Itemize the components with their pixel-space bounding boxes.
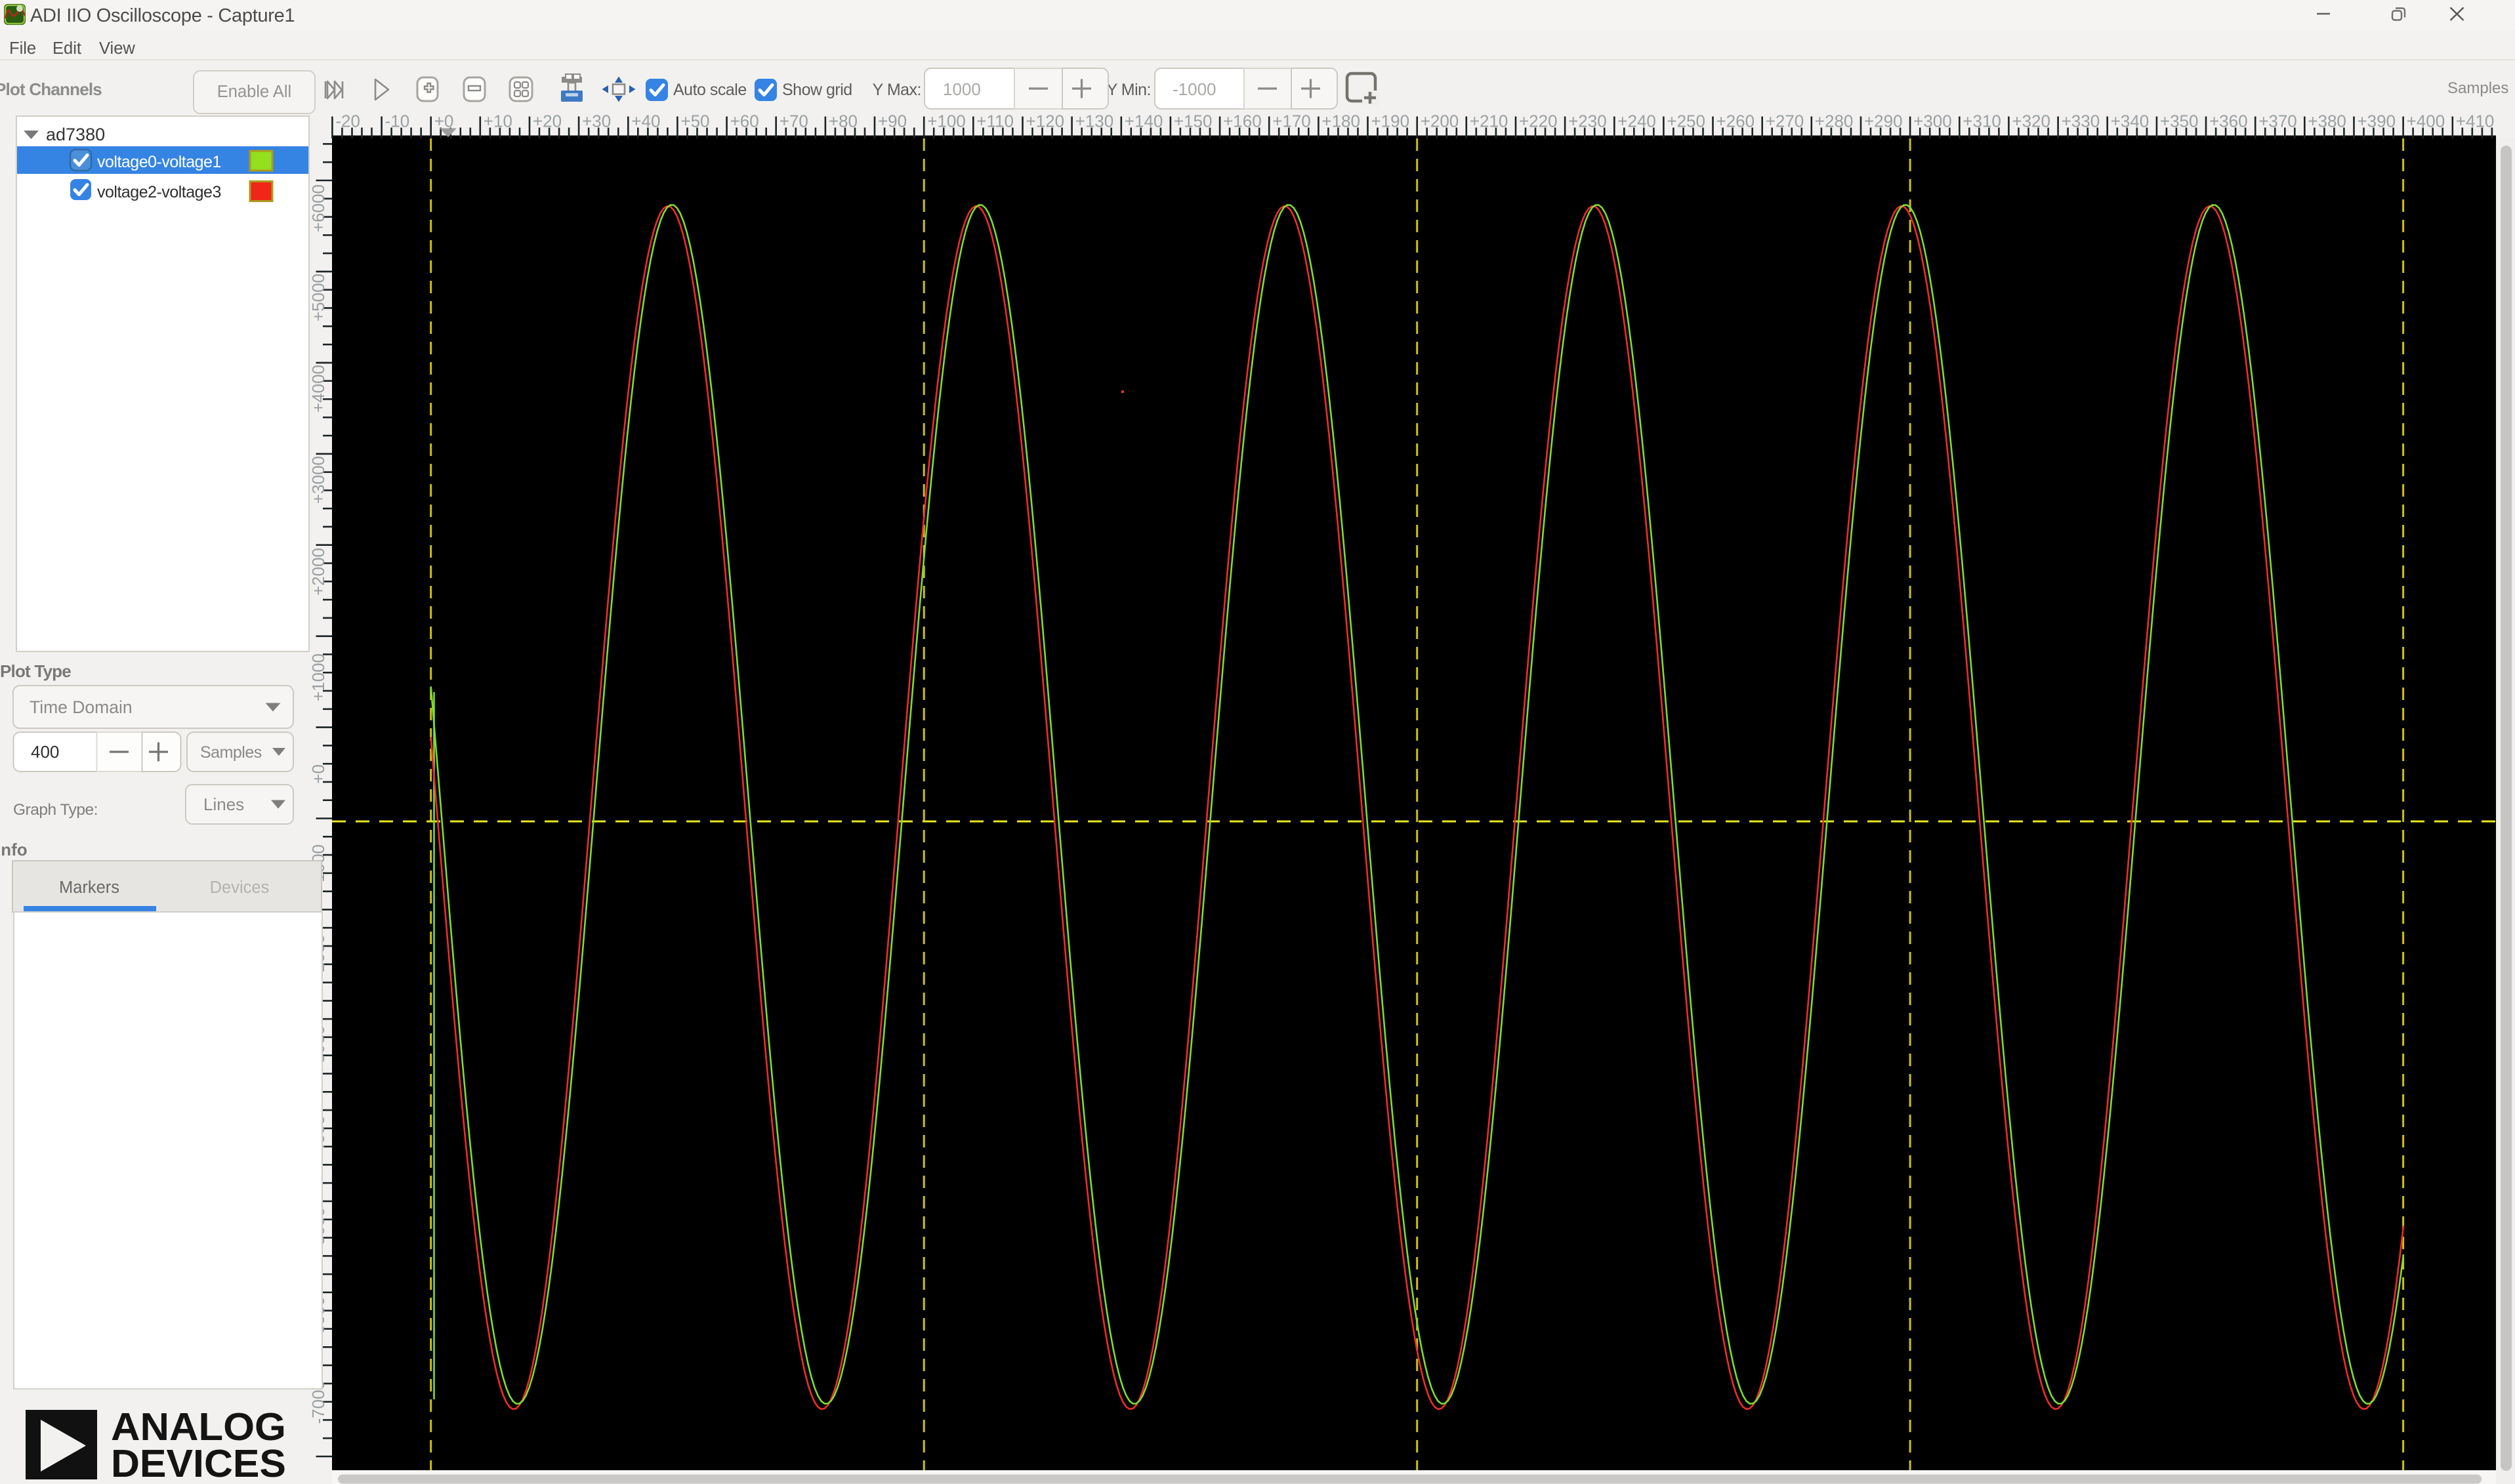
svg-text:Y Max:: Y Max: bbox=[873, 81, 921, 99]
svg-text:+280: +280 bbox=[1815, 112, 1854, 131]
svg-text:+260: +260 bbox=[1716, 112, 1755, 131]
svg-text:+320: +320 bbox=[2012, 112, 2050, 131]
svg-text:Lines: Lines bbox=[203, 794, 244, 814]
svg-text:DEVICES: DEVICES bbox=[111, 1442, 286, 1484]
svg-text:+20: +20 bbox=[533, 112, 562, 131]
svg-text:400: 400 bbox=[31, 742, 59, 762]
svg-text:+380: +380 bbox=[2308, 112, 2346, 131]
svg-text:Plot Type: Plot Type bbox=[0, 661, 71, 681]
svg-text:ad7380: ad7380 bbox=[46, 125, 105, 144]
svg-text:-1000: -1000 bbox=[1173, 79, 1216, 99]
svg-text:Graph Type:: Graph Type: bbox=[13, 801, 98, 819]
svg-text:+30: +30 bbox=[582, 112, 611, 131]
svg-text:voltage2-voltage3: voltage2-voltage3 bbox=[97, 183, 221, 201]
svg-text:Show grid: Show grid bbox=[782, 81, 852, 99]
svg-text:Y Min:: Y Min: bbox=[1107, 81, 1151, 99]
svg-text:Time Domain: Time Domain bbox=[30, 697, 133, 717]
svg-text:Samples: Samples bbox=[200, 743, 262, 762]
svg-text:+300: +300 bbox=[1913, 112, 1952, 131]
svg-text:1000: 1000 bbox=[943, 79, 981, 99]
svg-text:-20: -20 bbox=[335, 112, 360, 131]
svg-text:Auto scale: Auto scale bbox=[673, 81, 747, 99]
svg-text:Info: Info bbox=[0, 840, 28, 859]
svg-text:+360: +360 bbox=[2209, 112, 2248, 131]
svg-text:Markers: Markers bbox=[59, 878, 119, 897]
svg-text:+340: +340 bbox=[2111, 112, 2150, 131]
svg-text:Devices: Devices bbox=[210, 878, 270, 897]
svg-text:-10: -10 bbox=[385, 112, 410, 131]
svg-text:voltage0-voltage1: voltage0-voltage1 bbox=[97, 153, 221, 171]
svg-text:+10: +10 bbox=[484, 112, 512, 131]
